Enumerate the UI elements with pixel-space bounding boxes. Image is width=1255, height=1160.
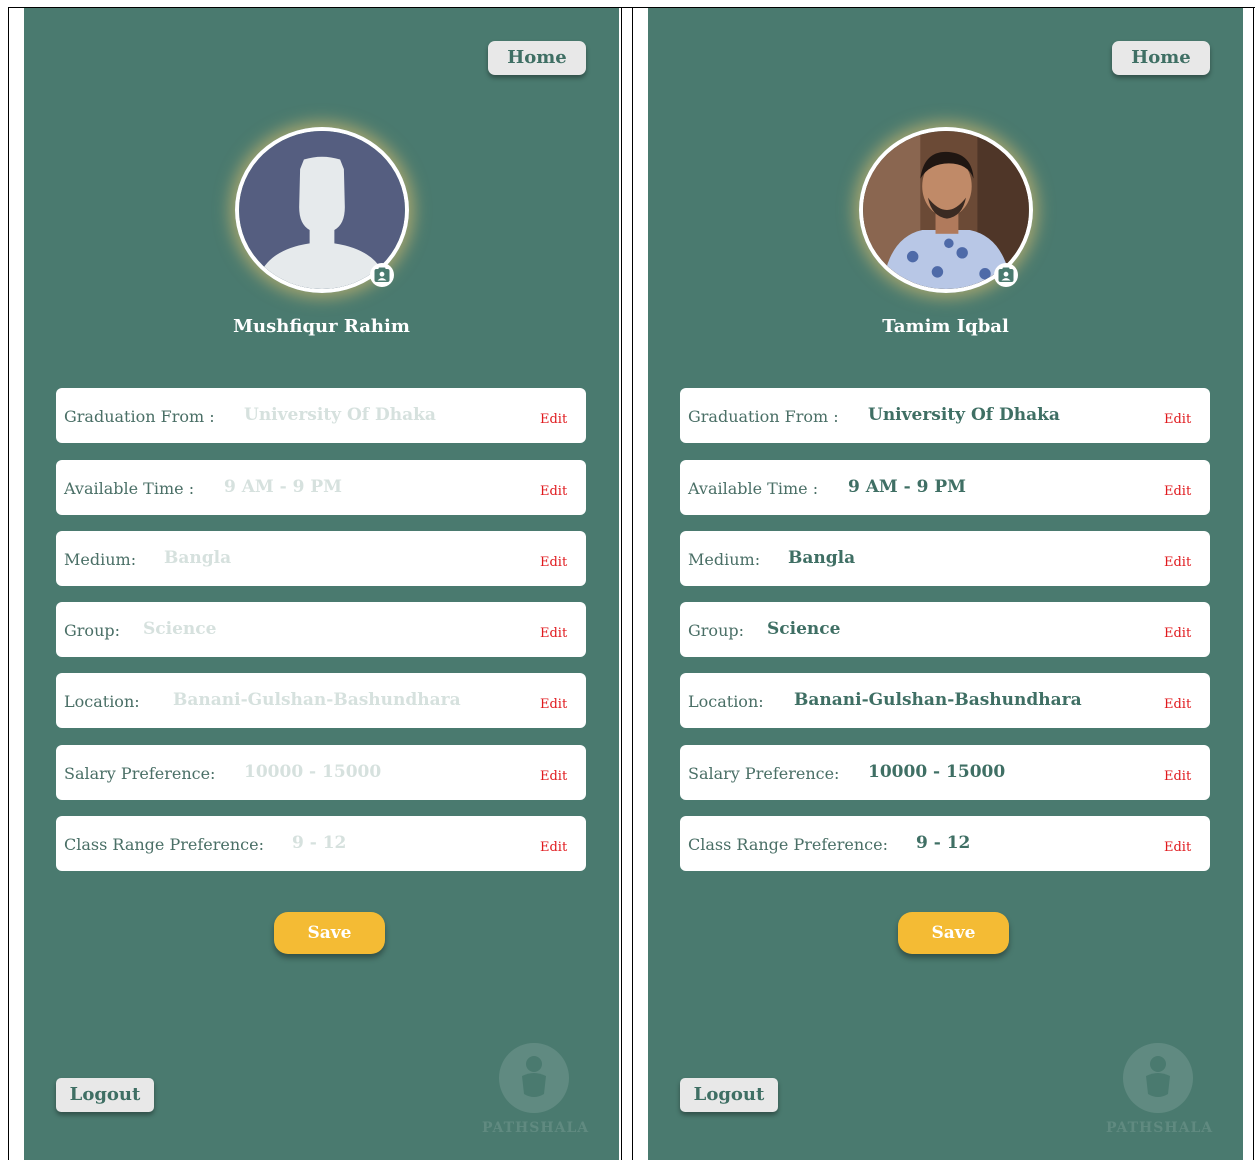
edit-link[interactable]: Edit <box>540 697 567 712</box>
field-label: Class Range Preference: <box>64 835 264 854</box>
field-value: Bangla <box>164 548 232 568</box>
field-row-available-time: Available Time : 9 AM - 9 PM Edit <box>680 460 1210 515</box>
field-row-class-range-preference: Class Range Preference: 9 - 12 Edit <box>680 816 1210 871</box>
profile-name: Tamim Iqbal <box>882 316 1009 337</box>
field-label: Class Range Preference: <box>688 835 888 854</box>
field-label: Group: <box>64 621 120 640</box>
field-row-location: Location: Banani-Gulshan-Bashundhara Edi… <box>56 673 586 728</box>
edit-link[interactable]: Edit <box>1164 626 1191 641</box>
field-row-group: Group: Science Edit <box>680 602 1210 657</box>
home-button[interactable]: Home <box>488 41 586 75</box>
field-value: 9 AM - 9 PM <box>848 477 966 497</box>
edit-link[interactable]: Edit <box>540 412 567 427</box>
edit-link[interactable]: Edit <box>1164 840 1191 855</box>
profile-name: Mushfiqur Rahim <box>233 316 410 337</box>
field-value: Science <box>143 619 217 639</box>
field-row-location: Location: Banani-Gulshan-Bashundhara Edi… <box>680 673 1210 728</box>
field-row-medium: Medium: Bangla Edit <box>56 531 586 586</box>
field-row-salary-preference: Salary Preference: 10000 - 15000 Edit <box>680 745 1210 800</box>
pathshala-watermark: PATHSHALA <box>1106 1120 1214 1136</box>
field-label: Medium: <box>64 550 137 569</box>
frame-left-line <box>8 7 9 1160</box>
field-row-class-range-preference: Class Range Preference: 9 - 12 Edit <box>56 816 586 871</box>
edit-link[interactable]: Edit <box>540 484 567 499</box>
field-label: Graduation From : <box>688 407 839 426</box>
edit-link[interactable]: Edit <box>1164 484 1191 499</box>
contact-card-icon <box>998 267 1014 282</box>
edit-link[interactable]: Edit <box>540 626 567 641</box>
contact-card-icon <box>374 267 390 282</box>
frame-divider-b <box>632 7 633 1160</box>
save-button[interactable]: Save <box>274 912 385 954</box>
field-label: Graduation From : <box>64 407 215 426</box>
field-value: 9 - 12 <box>292 833 347 853</box>
field-label: Medium: <box>688 550 761 569</box>
pathshala-watermark: PATHSHALA <box>482 1120 590 1136</box>
edit-link[interactable]: Edit <box>1164 555 1191 570</box>
logout-button[interactable]: Logout <box>680 1078 778 1112</box>
field-label: Salary Preference: <box>64 764 216 783</box>
field-value: 9 - 12 <box>916 833 971 853</box>
field-row-medium: Medium: Bangla Edit <box>680 531 1210 586</box>
field-label: Location: <box>688 692 764 711</box>
field-row-graduation: Graduation From : University Of Dhaka Ed… <box>56 388 586 443</box>
field-value: 10000 - 15000 <box>244 762 382 782</box>
edit-link[interactable]: Edit <box>1164 769 1191 784</box>
field-value: 9 AM - 9 PM <box>224 477 342 497</box>
field-row-group: Group: Science Edit <box>56 602 586 657</box>
profile-screen-filled: Home Tamim Iqbal Graduation From : Unive… <box>648 8 1243 1160</box>
field-value: Science <box>767 619 841 639</box>
frame-divider-a <box>621 7 622 1160</box>
field-label: Salary Preference: <box>688 764 840 783</box>
save-button[interactable]: Save <box>898 912 1009 954</box>
field-value: University Of Dhaka <box>868 405 1060 425</box>
edit-link[interactable]: Edit <box>540 840 567 855</box>
profile-screen-empty: Home Mushfiqur Rahim Graduation From : U… <box>24 8 619 1160</box>
change-photo-button[interactable] <box>370 263 394 287</box>
edit-link[interactable]: Edit <box>540 555 567 570</box>
field-row-graduation: Graduation From : University Of Dhaka Ed… <box>680 388 1210 443</box>
change-photo-button[interactable] <box>994 263 1018 287</box>
edit-link[interactable]: Edit <box>1164 697 1191 712</box>
logout-button[interactable]: Logout <box>56 1078 154 1112</box>
frame-right-line <box>1253 7 1254 1160</box>
field-value: Bangla <box>788 548 856 568</box>
edit-link[interactable]: Edit <box>540 769 567 784</box>
field-label: Available Time : <box>64 479 195 498</box>
field-label: Location: <box>64 692 140 711</box>
edit-link[interactable]: Edit <box>1164 412 1191 427</box>
field-label: Group: <box>688 621 744 640</box>
field-row-salary-preference: Salary Preference: 10000 - 15000 Edit <box>56 745 586 800</box>
field-value: University Of Dhaka <box>244 405 436 425</box>
field-value: Banani-Gulshan-Bashundhara <box>173 690 461 710</box>
field-label: Available Time : <box>688 479 819 498</box>
home-button[interactable]: Home <box>1112 41 1210 75</box>
pathshala-logo <box>499 1043 569 1113</box>
pathshala-logo <box>1123 1043 1193 1113</box>
field-value: Banani-Gulshan-Bashundhara <box>794 690 1082 710</box>
field-row-available-time: Available Time : 9 AM - 9 PM Edit <box>56 460 586 515</box>
field-value: 10000 - 15000 <box>868 762 1006 782</box>
